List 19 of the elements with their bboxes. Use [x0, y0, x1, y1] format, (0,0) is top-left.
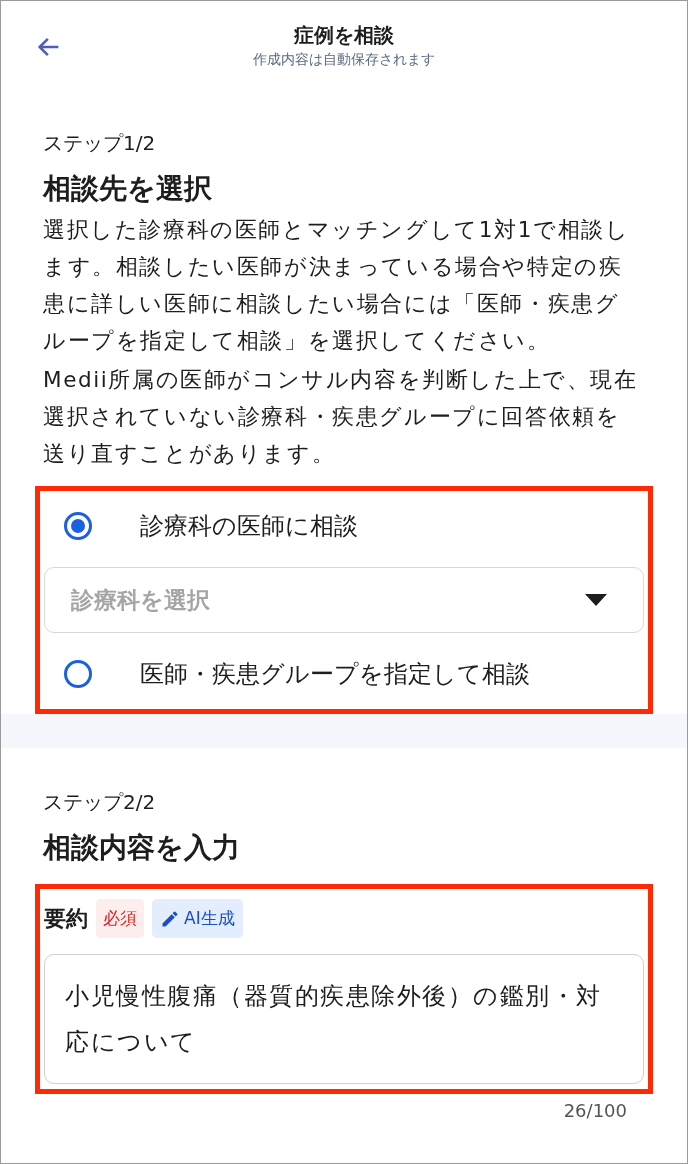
section-heading: 相談先を選択 [41, 171, 213, 207]
pencil-icon [160, 908, 180, 929]
section-heading: 相談内容を入力 [41, 830, 241, 866]
field-label: 要約 [44, 904, 88, 933]
character-counter: 26/100 [563, 1099, 628, 1121]
required-badge: 必須 [96, 899, 144, 938]
dropdown-caret-icon [585, 594, 607, 606]
ai-generate-button[interactable]: AI生成 [152, 899, 243, 938]
radio-button[interactable] [64, 512, 92, 540]
description-text: Medii所属の医師がコンサル内容を判断した上で、現在選択されていない診療科・疾患グループに回答依頼を送り直すことがあります。 [42, 366, 639, 468]
description-text: 選択した診療科の医師とマッチングして1対1で相談します。相談したい医師が決まっている場合や特定の疾患に詳しい医師に相談したい場合には「医師・疾患グループを指定して相談」を選択してください。 [42, 216, 631, 355]
page-title: 症例を相談 [294, 22, 394, 49]
radio-label: 診療科の医師に相談 [140, 511, 358, 542]
autosave-note: 作成内容は自動保存されます [253, 50, 435, 69]
radio-label: 医師・疾患グループを指定して相談 [140, 659, 530, 690]
summary-field[interactable]: 小児慢性腹痛（器質的疾患除外後）の鑑別・対応について [44, 954, 644, 1084]
radio-button[interactable] [64, 660, 92, 688]
step-label: ステップ2/2 [42, 789, 157, 816]
step-label: ステップ1/2 [42, 130, 157, 157]
